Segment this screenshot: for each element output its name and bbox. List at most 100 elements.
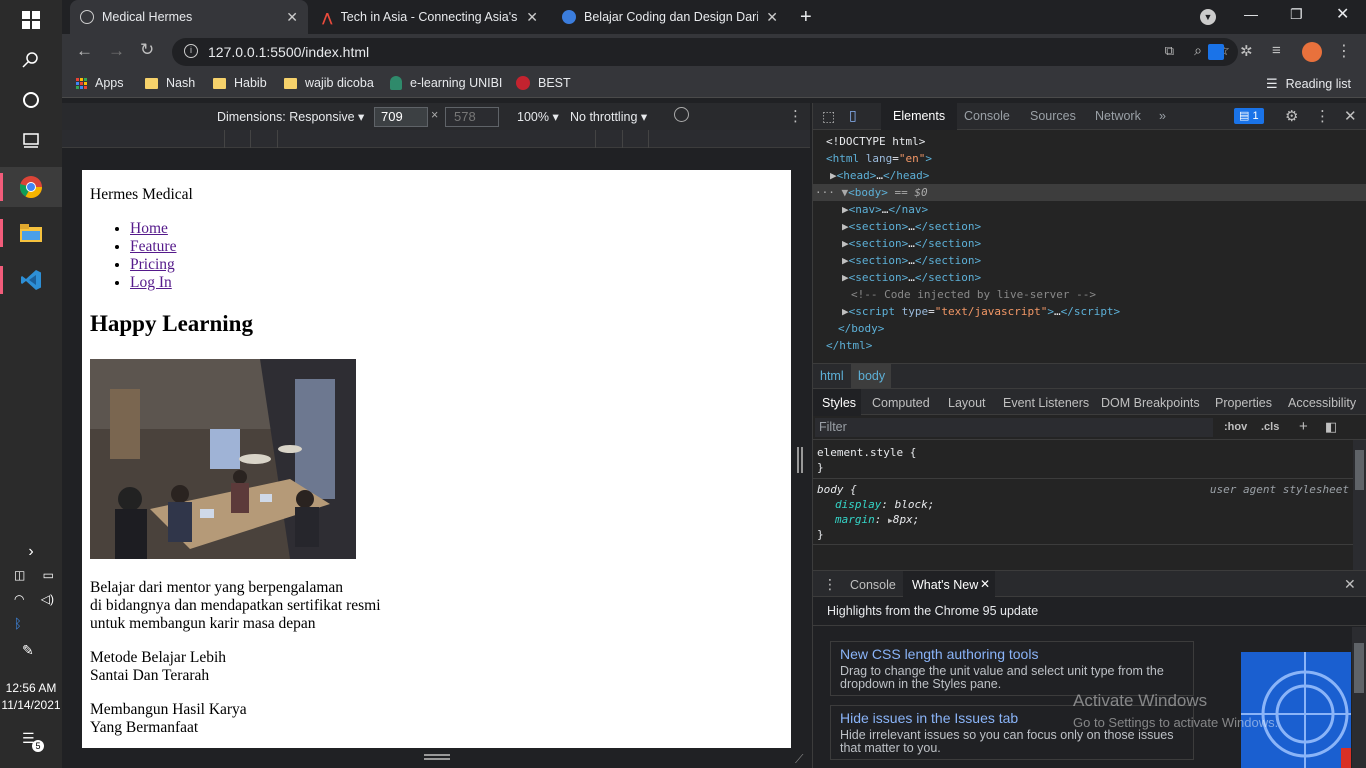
reading-list-button[interactable]: ☰ Reading list xyxy=(1266,76,1351,92)
site-info-icon[interactable]: i xyxy=(184,44,198,58)
bluetooth-icon[interactable]: ᛒ xyxy=(14,616,22,631)
drawer-tab-whats-new[interactable]: What's New xyxy=(912,578,978,592)
hov-toggle[interactable]: :hov xyxy=(1224,421,1247,433)
dom-line-comment[interactable]: <!-- Code injected by live-server --> xyxy=(851,286,1096,303)
resize-corner-handle[interactable]: ⟋ xyxy=(795,752,803,767)
windows-start-icon[interactable] xyxy=(0,0,62,40)
bookmark-folder-nash[interactable]: Nash xyxy=(145,76,195,90)
extension-analytics-icon[interactable] xyxy=(1208,44,1224,60)
nav-link-home[interactable]: Home xyxy=(130,220,168,237)
device-toolbar-more-icon[interactable]: ⋮ xyxy=(788,107,803,125)
new-tab-plus-icon[interactable]: + xyxy=(800,6,812,29)
element-style-rule[interactable]: element.style { xyxy=(817,445,916,460)
media-query-bar[interactable] xyxy=(62,130,810,148)
forward-arrow-icon[interactable]: → xyxy=(108,41,125,61)
tab-event-listeners[interactable]: Event Listeners xyxy=(1003,396,1089,410)
minimize-icon[interactable]: — xyxy=(1244,6,1258,22)
bookmark-folder-wajib-dicoba[interactable]: wajib dicoba xyxy=(284,76,374,90)
browser-tab-techinasia[interactable]: ⋀ Tech in Asia - Connecting Asia's s ✕ xyxy=(312,0,548,34)
tab-search-chevron-icon[interactable]: ▼ xyxy=(1200,9,1216,25)
pen-icon[interactable]: ✎ xyxy=(22,642,34,659)
media-controls-icon[interactable]: ≡ xyxy=(1272,42,1281,59)
tab-sources[interactable]: Sources xyxy=(1030,109,1076,123)
toggle-sidebar-icon[interactable]: ◧ xyxy=(1325,419,1337,435)
devtools-more-icon[interactable]: ⋮ xyxy=(1315,107,1330,125)
tab-console[interactable]: Console xyxy=(964,109,1010,123)
tab-properties[interactable]: Properties xyxy=(1215,396,1272,410)
omnibox[interactable]: i 127.0.0.1:5500/index.html ⧉ ⌕ ☆ xyxy=(172,38,1238,66)
device-toggle-icon[interactable]: ▯ xyxy=(849,107,857,124)
profile-avatar[interactable] xyxy=(1302,42,1322,62)
styles-filter-input[interactable]: Filter xyxy=(815,418,1213,437)
crumb-body[interactable]: body xyxy=(858,369,885,383)
decl-margin[interactable]: margin: ▶8px; xyxy=(835,512,919,528)
wifi-icon[interactable]: ◠ xyxy=(14,592,24,608)
dom-line-doctype[interactable]: <!DOCTYPE html> xyxy=(826,133,925,150)
close-tab-icon[interactable]: ✕ xyxy=(526,9,538,26)
tab-layout[interactable]: Layout xyxy=(948,396,986,410)
dom-line-section[interactable]: ▶<section>…</section> xyxy=(842,252,981,269)
whats-new-scrollbar[interactable] xyxy=(1352,627,1366,768)
taskbar-clock[interactable]: 12:56 AM 11/14/2021 xyxy=(0,680,62,714)
dom-line-section[interactable]: ▶<section>…</section> xyxy=(842,235,981,252)
restore-icon[interactable]: ❐ xyxy=(1290,6,1303,23)
bookmark-apps[interactable]: Apps xyxy=(76,76,124,90)
card-title[interactable]: New CSS length authoring tools xyxy=(840,646,1184,662)
tab-dom-breakpoints[interactable]: DOM Breakpoints xyxy=(1101,396,1200,410)
dom-line-body-selected[interactable]: ··· ▼<body> == $0 xyxy=(813,184,1366,201)
tab-accessibility[interactable]: Accessibility xyxy=(1288,396,1356,410)
dom-line-nav[interactable]: ▶<nav>…</nav> xyxy=(842,201,928,218)
battery-icon[interactable]: ▭ xyxy=(43,568,54,584)
issues-badge[interactable]: ▤ 1 xyxy=(1234,108,1264,124)
search-icon[interactable] xyxy=(0,40,62,80)
close-tab-icon[interactable]: ✕ xyxy=(766,9,778,26)
close-drawer-icon[interactable]: ✕ xyxy=(1344,576,1356,593)
task-view-icon[interactable] xyxy=(0,120,62,160)
new-style-rule-plus-icon[interactable]: + xyxy=(1299,418,1308,435)
chrome-menu-icon[interactable]: ⋮ xyxy=(1336,41,1352,61)
close-drawer-tab-icon[interactable]: ✕ xyxy=(980,577,990,591)
bookmark-elearning-unibi[interactable]: e-learning UNIBI xyxy=(390,76,502,90)
bookmark-best[interactable]: BEST xyxy=(516,76,571,90)
cortana-icon[interactable] xyxy=(0,80,62,120)
extensions-puzzle-icon[interactable]: ✲ xyxy=(1240,42,1253,60)
nav-link-feature[interactable]: Feature xyxy=(130,238,176,255)
chrome-taskbar-icon[interactable] xyxy=(0,167,62,207)
close-window-icon[interactable]: ✕ xyxy=(1336,4,1349,24)
file-explorer-icon[interactable] xyxy=(0,213,62,253)
browser-tab-medical-hermes[interactable]: Medical Hermes ✕ xyxy=(70,0,308,34)
action-center-icon[interactable]: ☰ 5 xyxy=(22,730,44,752)
whats-new-card[interactable]: New CSS length authoring tools Drag to c… xyxy=(830,641,1194,696)
body-rule-selector[interactable]: body { xyxy=(817,482,857,497)
inspect-element-icon[interactable]: ⬚ xyxy=(822,108,835,125)
dom-line-script[interactable]: ▶<script type="text/javascript">…</scrip… xyxy=(842,303,1120,320)
tab-network[interactable]: Network xyxy=(1095,109,1141,123)
back-arrow-icon[interactable]: ← xyxy=(76,41,93,61)
resize-height-handle[interactable] xyxy=(424,754,450,760)
resize-width-handle[interactable] xyxy=(797,447,803,473)
browser-tab-belajar[interactable]: Belajar Coding dan Design Dari N ✕ xyxy=(552,0,788,34)
volume-icon[interactable]: ◁) xyxy=(41,592,54,608)
dom-line-body-close[interactable]: </body> xyxy=(838,320,884,337)
reload-icon[interactable]: ↻ xyxy=(140,40,154,60)
nav-link-pricing[interactable]: Pricing xyxy=(130,256,175,273)
dom-tree[interactable]: <!DOCTYPE html> <html lang="en"> ▶<head>… xyxy=(813,131,1366,363)
vscode-icon[interactable] xyxy=(0,260,62,300)
more-tabs-chevron-icon[interactable]: » xyxy=(1159,109,1166,123)
dom-line-html[interactable]: <html lang="en"> xyxy=(826,150,932,167)
dimensions-dropdown[interactable]: Dimensions: Responsive ▾ xyxy=(217,109,364,124)
decl-display[interactable]: display: block; xyxy=(835,497,934,512)
zoom-dropdown[interactable]: 100% ▾ xyxy=(517,109,559,124)
dom-line-section[interactable]: ▶<section>…</section> xyxy=(842,218,981,235)
close-devtools-icon[interactable]: ✕ xyxy=(1344,107,1357,125)
drawer-tab-console[interactable]: Console xyxy=(850,578,896,592)
tab-styles[interactable]: Styles xyxy=(822,396,856,410)
meet-now-icon[interactable]: ◫ xyxy=(14,568,25,584)
dom-line-html-close[interactable]: </html> xyxy=(826,337,872,354)
nav-link-login[interactable]: Log In xyxy=(130,274,172,291)
zoom-icon[interactable]: ⌕ xyxy=(1194,42,1202,59)
dom-line-head[interactable]: ▶<head>…</head> xyxy=(830,167,929,184)
width-input[interactable]: 709 xyxy=(374,107,428,127)
dom-line-section[interactable]: ▶<section>…</section> xyxy=(842,269,981,286)
cls-toggle[interactable]: .cls xyxy=(1261,421,1279,433)
